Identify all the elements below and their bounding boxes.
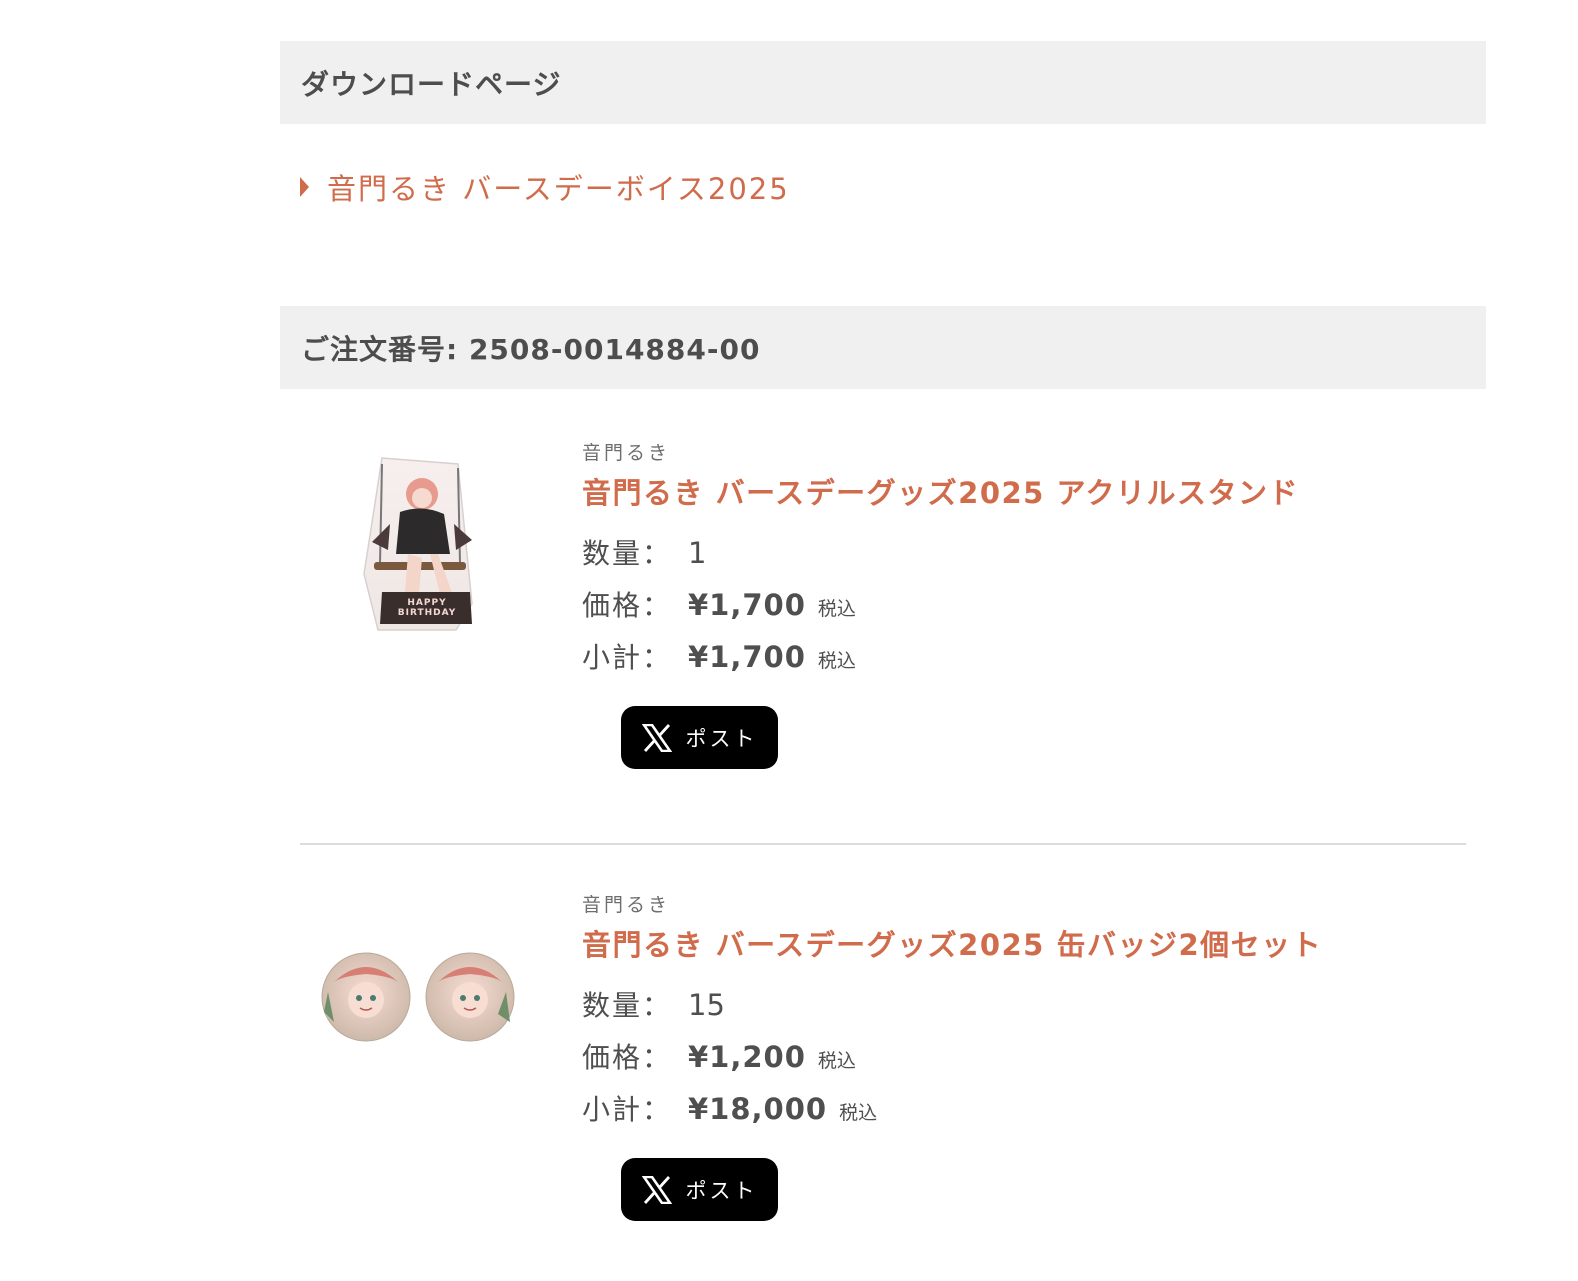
price-row: 価格： ¥1,700 税込	[582, 584, 856, 624]
order-number-header: ご注文番号: 2508-0014884-00	[280, 306, 1486, 389]
quantity-value: 15	[688, 988, 725, 1022]
post-button-label: ポスト	[685, 726, 758, 751]
order-item-can-badge-set: 音門るき 音門るき バースデーグッズ2025 缶バッジ2個セット 数量： 15 …	[280, 872, 1486, 1242]
price-row: 価格： ¥1,200 税込	[582, 1036, 856, 1076]
caret-right-icon	[300, 177, 309, 197]
download-page-header: ダウンロードページ	[280, 41, 1486, 124]
item-brand: 音門るき	[582, 442, 671, 464]
tax-note: 税込	[817, 598, 856, 620]
item-title-link[interactable]: 音門るき バースデーグッズ2025 缶バッジ2個セット	[582, 922, 1322, 964]
subtotal-label: 小計：	[582, 641, 673, 674]
acrylic-stand-birthday-logo: HAPPY BIRTHDAY	[397, 598, 457, 618]
quantity-label: 数量：	[582, 537, 673, 570]
tax-note: 税込	[817, 1050, 856, 1072]
quantity-value: 1	[688, 536, 707, 570]
price-label: 価格：	[582, 589, 673, 622]
tax-note: 税込	[817, 650, 856, 672]
subtotal-value: ¥1,700	[688, 640, 806, 674]
price-value: ¥1,700	[688, 588, 806, 622]
download-link-label: 音門るき バースデーボイス2025	[327, 172, 790, 206]
acrylic-stand-image[interactable]: HAPPY BIRTHDAY	[360, 454, 480, 638]
subtotal-row: 小計： ¥1,700 税込	[582, 636, 856, 676]
x-logo-icon	[641, 1175, 672, 1204]
x-post-button[interactable]: ポスト	[621, 706, 778, 769]
x-post-button[interactable]: ポスト	[621, 1158, 778, 1221]
quantity-row: 数量： 1	[582, 532, 706, 572]
x-logo-icon	[641, 723, 672, 752]
tax-note: 税込	[839, 1102, 878, 1124]
price-value: ¥1,200	[688, 1040, 806, 1074]
can-badge-set-image[interactable]	[320, 952, 520, 1046]
price-label: 価格：	[582, 1041, 673, 1074]
quantity-label: 数量：	[582, 989, 673, 1022]
item-title-link[interactable]: 音門るき バースデーグッズ2025 アクリルスタンド	[582, 470, 1299, 512]
item-divider	[300, 843, 1466, 845]
subtotal-value: ¥18,000	[688, 1092, 828, 1126]
quantity-row: 数量： 15	[582, 984, 725, 1024]
birthday-voice-download-link[interactable]: 音門るき バースデーボイス2025	[300, 166, 790, 208]
subtotal-label: 小計：	[582, 1093, 673, 1126]
post-button-label: ポスト	[685, 1178, 758, 1203]
order-item-acrylic-stand: HAPPY BIRTHDAY 音門るき 音門るき バースデーグッズ2025 アク…	[280, 420, 1486, 780]
subtotal-row: 小計： ¥18,000 税込	[582, 1088, 877, 1128]
item-brand: 音門るき	[582, 894, 671, 916]
